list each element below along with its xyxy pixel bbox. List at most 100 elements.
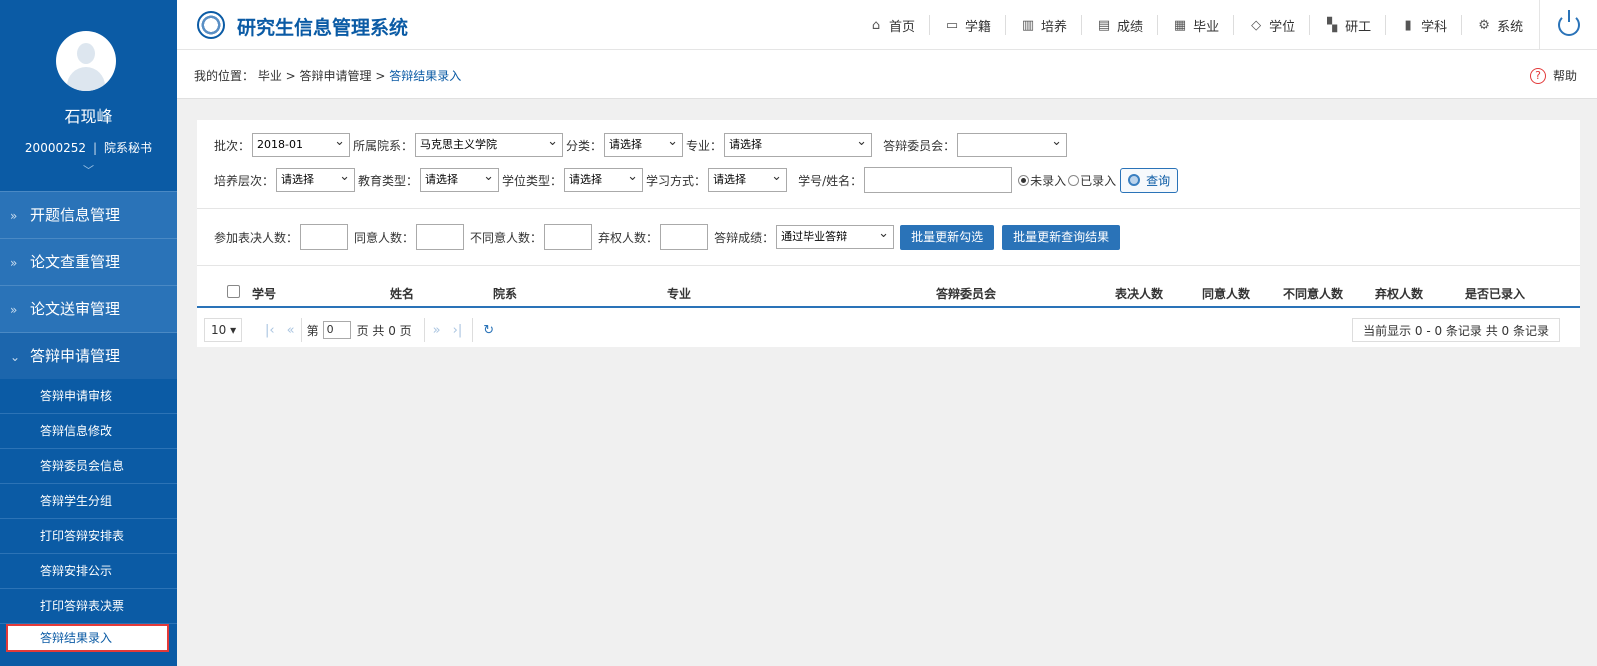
top-nav: ⌂ 首页 ▭ 学籍 ▥ 培养 ▤ 成绩 ▦ 毕业 ◇ 学位 ▚ 研工 ▮ 学科 ⚙ 系统 — [854, 0, 1537, 50]
nav-home[interactable]: ⌂ 首页 — [854, 15, 931, 35]
sub-item-print-schedule[interactable]: 打印答辩安排表 — [0, 519, 177, 554]
breadcrumb: 我的位置： 毕业 > 答辩申请管理 > 答辩结果录入 — [194, 67, 461, 84]
major-select[interactable]: 请选择 — [724, 131, 873, 157]
last-page-icon[interactable]: ›| — [453, 323, 463, 338]
menu-item-proposal[interactable]: » 开题信息管理 — [0, 191, 177, 238]
query-button-label: 查询 — [1146, 173, 1171, 188]
voters-input[interactable] — [300, 224, 349, 250]
page-size-select[interactable]: 10 ▾ — [204, 318, 242, 342]
pager-controls: |‹ « 第 0 页 共 0 页 » ›| ↻ — [259, 318, 535, 342]
edu-type-select[interactable]: 请选择 — [420, 166, 500, 192]
dept-select[interactable]: 马克思主义学院 — [415, 131, 564, 157]
pagination: 10 ▾ |‹ « 第 0 页 共 0 页 » ›| ↻ 当前显示 0 - 0 … — [197, 310, 1580, 348]
sub-item-defense-edit[interactable]: 答辩信息修改 — [0, 414, 177, 449]
next-page-icon[interactable]: » — [433, 323, 441, 338]
sub-item-print-ballot[interactable]: 打印答辩表决票 — [0, 589, 177, 624]
col-voters[interactable]: 表决人数 — [1115, 285, 1163, 302]
nav-enrollment[interactable]: ▭ 学籍 — [930, 15, 1007, 35]
menu-item-label: 开题信息管理 — [30, 206, 121, 224]
study-mode-select[interactable]: 请选择 — [708, 166, 788, 192]
col-student-id[interactable]: 学号 — [252, 285, 276, 302]
nav-graduation[interactable]: ▦ 毕业 — [1158, 15, 1235, 35]
col-abstain[interactable]: 弃权人数 — [1375, 285, 1423, 302]
col-committee[interactable]: 答辩委员会 — [936, 285, 996, 302]
radio-entered-label: 已录入 — [1080, 173, 1117, 188]
nav-student-affairs[interactable]: ▚ 研工 — [1310, 15, 1387, 35]
power-button[interactable] — [1539, 0, 1597, 50]
menu-item-review[interactable]: » 论文送审管理 — [0, 285, 177, 332]
level-label: 培养层次： — [214, 173, 275, 188]
radio-entered[interactable]: 已录入 — [1068, 172, 1116, 189]
nav-label: 学籍 — [965, 19, 992, 35]
nav-grades[interactable]: ▤ 成绩 — [1082, 15, 1159, 35]
col-disagree[interactable]: 不同意人数 — [1283, 285, 1343, 302]
sub-item-result-entry[interactable]: 答辩结果录入 — [6, 624, 169, 652]
disagree-input[interactable] — [544, 224, 593, 250]
menu-item-defense[interactable]: ⌄ 答辩申请管理 — [0, 332, 177, 379]
book-icon: ▥ — [1021, 17, 1035, 33]
divider — [197, 208, 1580, 209]
col-major[interactable]: 专业 — [667, 285, 691, 302]
user-profile: 石现峰 20000252 | 院系秘书 ﹀ — [0, 0, 177, 191]
edu-type-label: 教育类型： — [358, 173, 419, 188]
major-label: 专业： — [686, 138, 723, 153]
logo — [197, 11, 225, 39]
abstain-label: 弃权人数： — [598, 230, 659, 245]
sub-item-defense-approval[interactable]: 答辩申请审核 — [0, 379, 177, 414]
chevron-down-icon[interactable]: ﹀ — [0, 162, 177, 178]
refresh-icon[interactable]: ↻ — [483, 323, 494, 338]
help-link[interactable]: ? 帮助 — [1529, 67, 1577, 84]
first-page-icon[interactable]: |‹ — [265, 323, 275, 338]
page-suffix: 页 共 0 页 — [356, 323, 412, 338]
nav-system[interactable]: ⚙ 系统 — [1462, 15, 1537, 35]
chevron-down-icon: ⌄ — [10, 350, 21, 364]
menu-item-label: 论文查重管理 — [30, 253, 121, 271]
graduation-cap-icon: ◇ — [1251, 17, 1262, 33]
nav-discipline[interactable]: ▮ 学科 — [1386, 15, 1463, 35]
chevron-right-icon: » — [10, 256, 18, 270]
breadcrumb-bar: 我的位置： 毕业 > 答辩申请管理 > 答辩结果录入 ? 帮助 — [177, 50, 1597, 99]
gear-icon: ⚙ — [1478, 17, 1490, 33]
nav-label: 首页 — [889, 19, 916, 35]
query-button[interactable]: 查询 — [1120, 167, 1179, 193]
col-name[interactable]: 姓名 — [390, 285, 414, 302]
nav-label: 成绩 — [1117, 19, 1144, 35]
category-label: 分类： — [566, 138, 603, 153]
committee-select[interactable] — [957, 131, 1068, 157]
menu-item-label: 论文送审管理 — [30, 300, 121, 318]
voters-label: 参加表决人数： — [214, 230, 299, 245]
abstain-input[interactable] — [660, 224, 709, 250]
sub-item-committee-info[interactable]: 答辩委员会信息 — [0, 449, 177, 484]
batch-update-query-button[interactable]: 批量更新查询结果 — [1002, 224, 1121, 250]
col-department[interactable]: 院系 — [493, 285, 517, 302]
select-all-checkbox[interactable] — [227, 285, 240, 298]
level-select[interactable]: 请选择 — [276, 166, 356, 192]
menu-item-plagiarism-check[interactable]: » 论文查重管理 — [0, 238, 177, 285]
col-entered[interactable]: 是否已录入 — [1465, 285, 1525, 302]
result-select[interactable]: 通过毕业答辩 — [776, 223, 895, 249]
id-card-icon: ▭ — [945, 17, 959, 33]
sub-item-student-grouping[interactable]: 答辩学生分组 — [0, 484, 177, 519]
top-header: 研究生信息管理系统 ⌂ 首页 ▭ 学籍 ▥ 培养 ▤ 成绩 ▦ 毕业 ◇ 学位 ▚ 研工 ▮ 学… — [177, 0, 1597, 50]
agree-input[interactable] — [416, 224, 465, 250]
user-info: 20000252 | 院系秘书 — [24, 141, 153, 155]
avatar — [56, 31, 116, 91]
degree-type-label: 学位类型： — [502, 173, 563, 188]
prev-page-icon[interactable]: « — [287, 323, 295, 338]
student-search-input[interactable] — [864, 167, 1013, 193]
breadcrumb-path[interactable]: 毕业 > 答辩申请管理 > — [258, 69, 389, 83]
sub-item-schedule-notice[interactable]: 答辩安排公示 — [0, 554, 177, 589]
nav-degree[interactable]: ◇ 学位 — [1234, 15, 1311, 35]
batch-update-selected-button[interactable]: 批量更新勾选 — [900, 224, 995, 250]
col-agree[interactable]: 同意人数 — [1202, 285, 1250, 302]
batch-select[interactable]: 2018-01 — [252, 131, 351, 157]
question-icon: ? — [1529, 67, 1546, 84]
radio-not-entered[interactable]: 未录入 — [1018, 172, 1066, 189]
student-label: 学号/姓名： — [798, 173, 863, 188]
degree-type-select[interactable]: 请选择 — [564, 166, 644, 192]
radio-icon — [1068, 174, 1080, 186]
help-label: 帮助 — [1552, 69, 1577, 83]
category-select[interactable]: 请选择 — [604, 131, 684, 157]
page-number-input[interactable]: 0 — [322, 321, 351, 339]
nav-training[interactable]: ▥ 培养 — [1006, 15, 1083, 35]
